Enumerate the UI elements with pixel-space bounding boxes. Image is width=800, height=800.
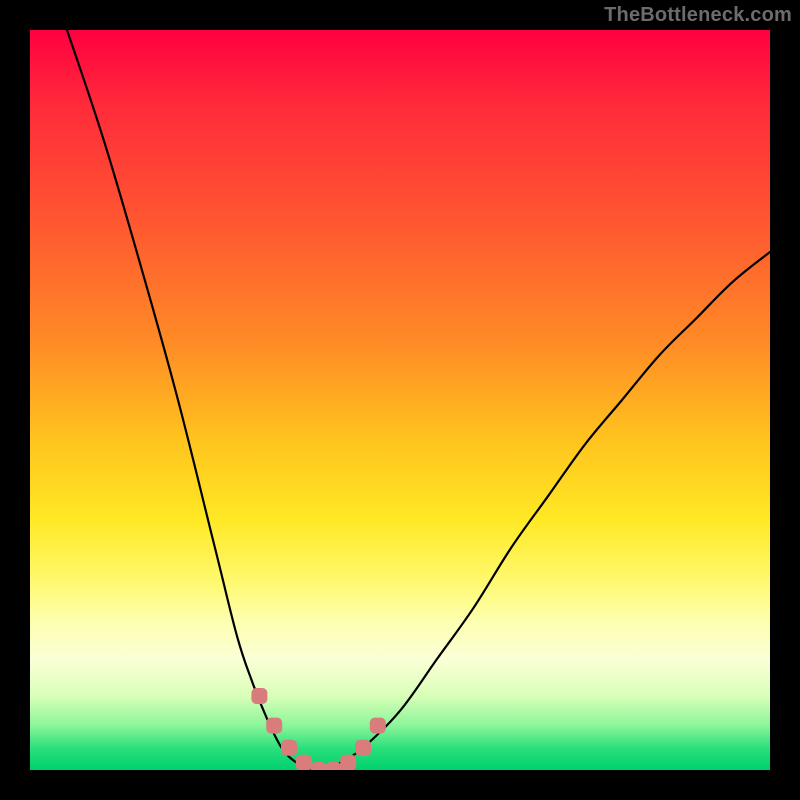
highlight-dot xyxy=(340,755,356,770)
bottleneck-curve xyxy=(67,30,770,770)
highlight-dot xyxy=(251,688,267,704)
watermark-text: TheBottleneck.com xyxy=(604,4,792,27)
highlight-dot xyxy=(266,718,282,734)
highlight-dot xyxy=(296,755,312,770)
plot-area xyxy=(30,30,770,770)
highlight-dot xyxy=(370,718,386,734)
highlight-dot xyxy=(311,762,327,770)
chart-svg xyxy=(30,30,770,770)
highlight-dot xyxy=(355,740,371,756)
marker-group xyxy=(251,688,385,770)
highlight-dot xyxy=(281,740,297,756)
outer-frame: TheBottleneck.com xyxy=(0,0,800,800)
highlight-dot xyxy=(325,762,341,770)
